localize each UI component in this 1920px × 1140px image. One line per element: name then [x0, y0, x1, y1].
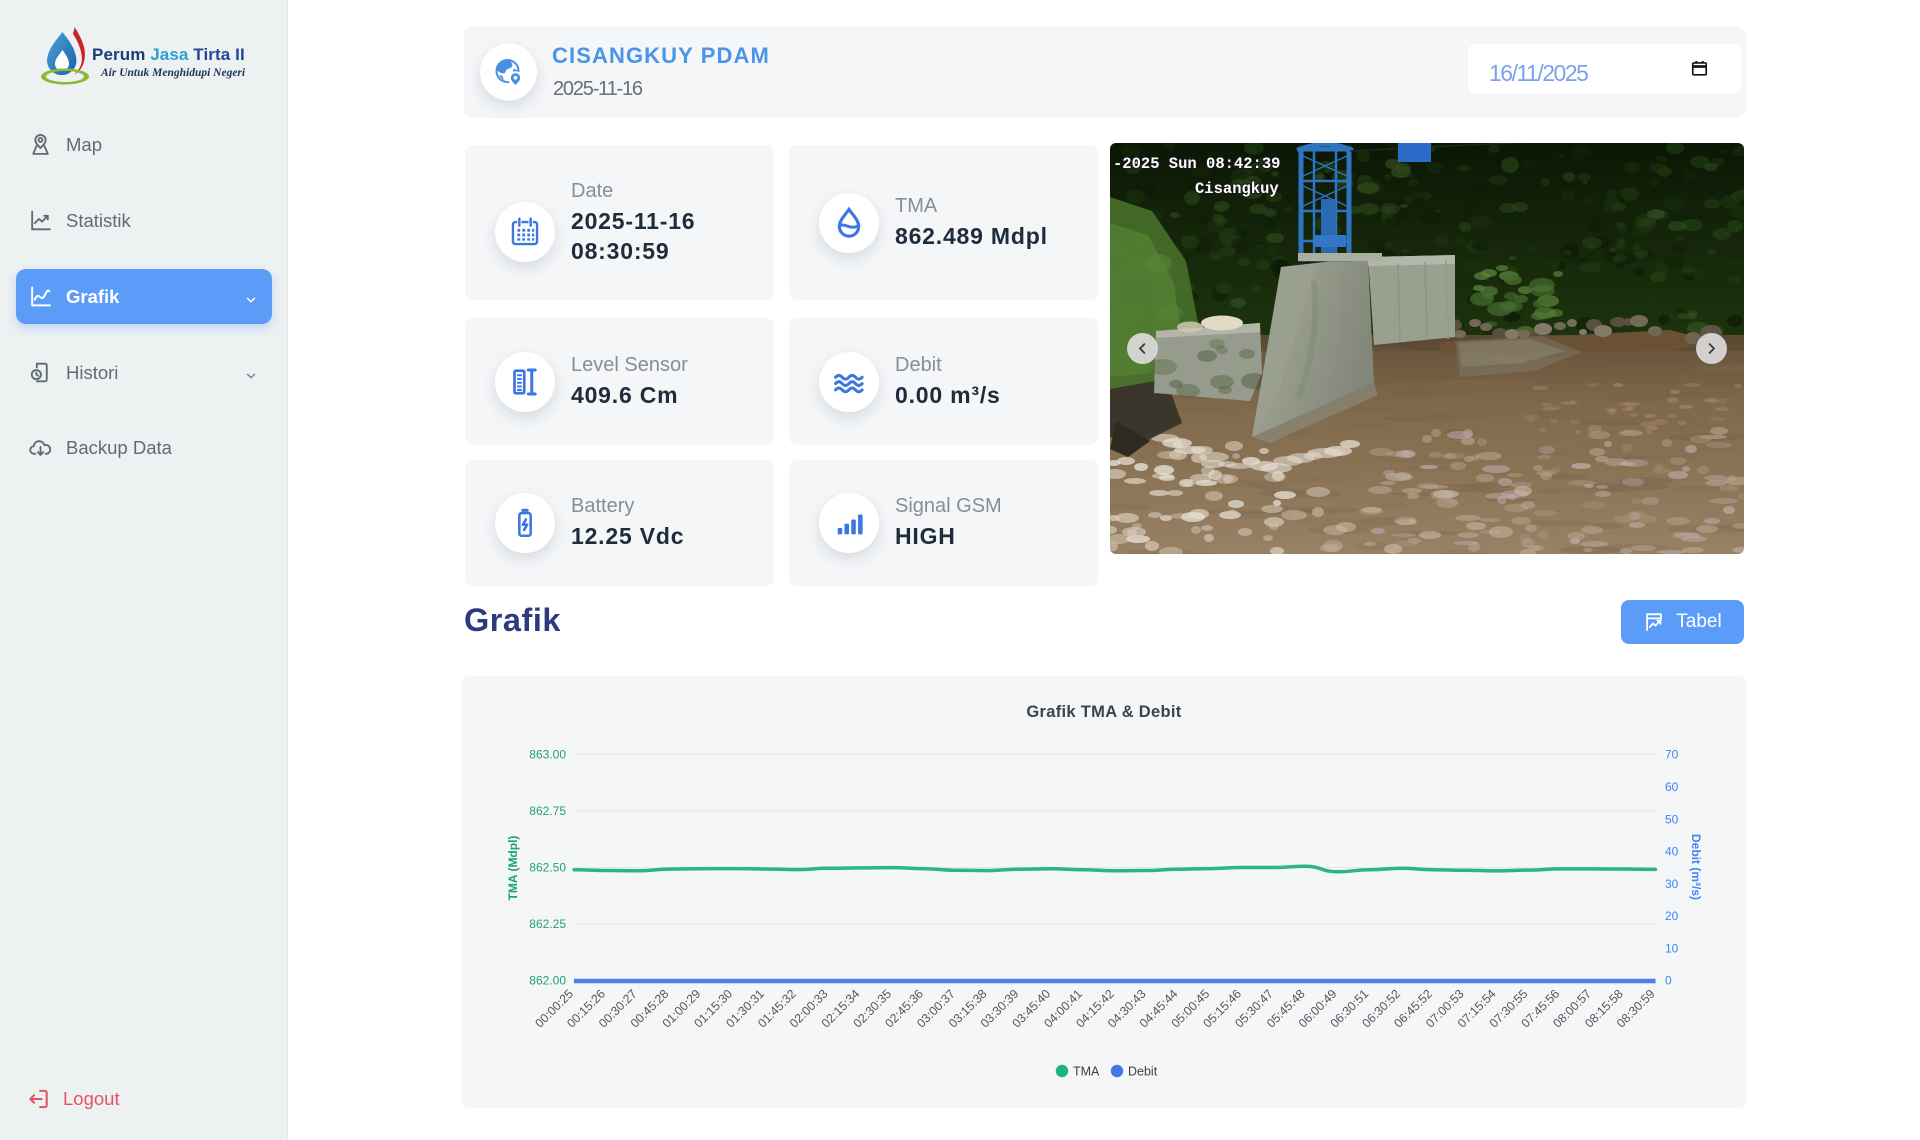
svg-text:862.00: 862.00: [529, 974, 566, 988]
svg-text:40: 40: [1665, 845, 1679, 859]
svg-text:10: 10: [1665, 941, 1679, 955]
svg-text:Debit (m³/s): Debit (m³/s): [1689, 834, 1703, 900]
svg-text:862.50: 862.50: [529, 861, 566, 875]
svg-text:862.75: 862.75: [529, 804, 566, 818]
svg-text:Grafik TMA & Debit: Grafik TMA & Debit: [1026, 703, 1181, 721]
svg-text:862.25: 862.25: [529, 917, 566, 931]
svg-text:30: 30: [1665, 877, 1679, 891]
svg-text:60: 60: [1665, 780, 1679, 794]
svg-text:TMA (Mdpl): TMA (Mdpl): [506, 836, 520, 901]
svg-text:TMA: TMA: [1073, 1065, 1100, 1079]
svg-text:Debit: Debit: [1128, 1065, 1158, 1079]
svg-text:70: 70: [1665, 748, 1679, 762]
svg-text:863.00: 863.00: [529, 748, 566, 762]
svg-text:50: 50: [1665, 812, 1679, 826]
svg-text:0: 0: [1665, 974, 1672, 988]
svg-text:20: 20: [1665, 909, 1679, 923]
